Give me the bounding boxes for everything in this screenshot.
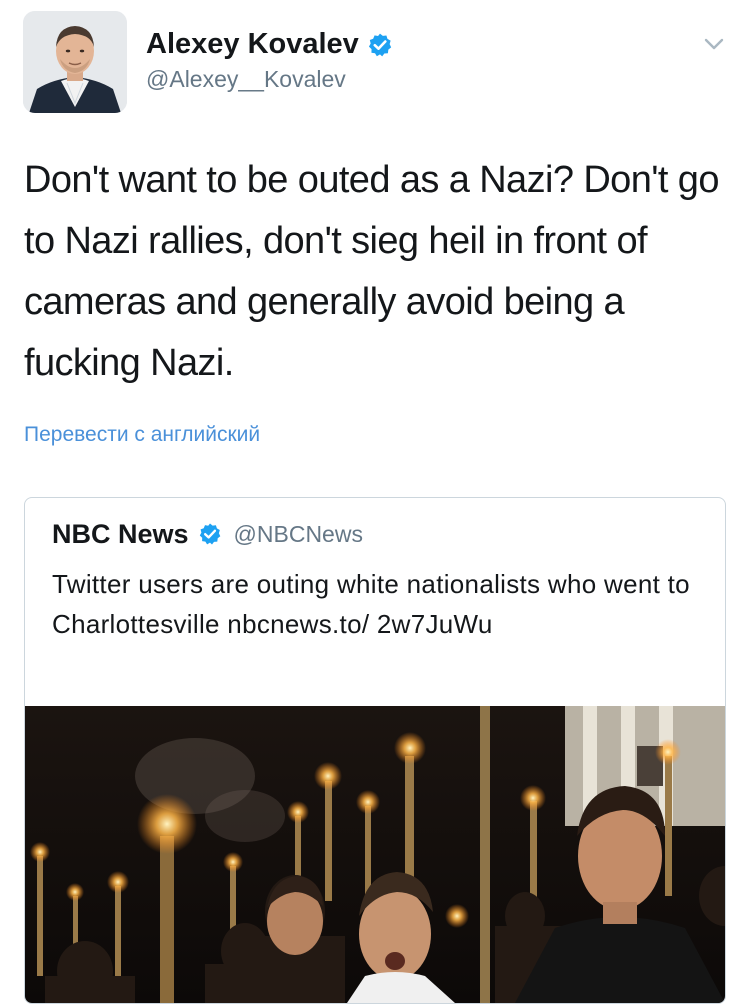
- quoted-author-name: NBC News: [52, 519, 189, 549]
- translate-link[interactable]: Перевести с английский: [24, 420, 260, 450]
- verified-badge-icon: [198, 522, 222, 546]
- author-name-row[interactable]: Alexey Kovalev: [146, 26, 393, 62]
- avatar-photo: [23, 11, 127, 113]
- tweet-text: Don't want to be outed as a Nazi? Don't …: [24, 159, 719, 384]
- chevron-down-icon[interactable]: [700, 34, 728, 54]
- quoted-author-handle: @NBCNews: [233, 521, 363, 547]
- quoted-tweet-photo[interactable]: [25, 706, 725, 1003]
- quoted-tweet-header: NBC News @NBCNews: [52, 517, 363, 551]
- author-name[interactable]: Alexey Kovalev: [146, 26, 359, 62]
- quoted-tweet-card[interactable]: NBC News @NBCNews Twitter users are outi…: [24, 497, 726, 1004]
- author-handle[interactable]: @Alexey__Kovalev: [146, 64, 346, 94]
- quoted-tweet-text: Twitter users are outing white nationali…: [52, 569, 690, 639]
- author-avatar[interactable]: [23, 11, 127, 113]
- verified-badge-icon: [367, 31, 393, 57]
